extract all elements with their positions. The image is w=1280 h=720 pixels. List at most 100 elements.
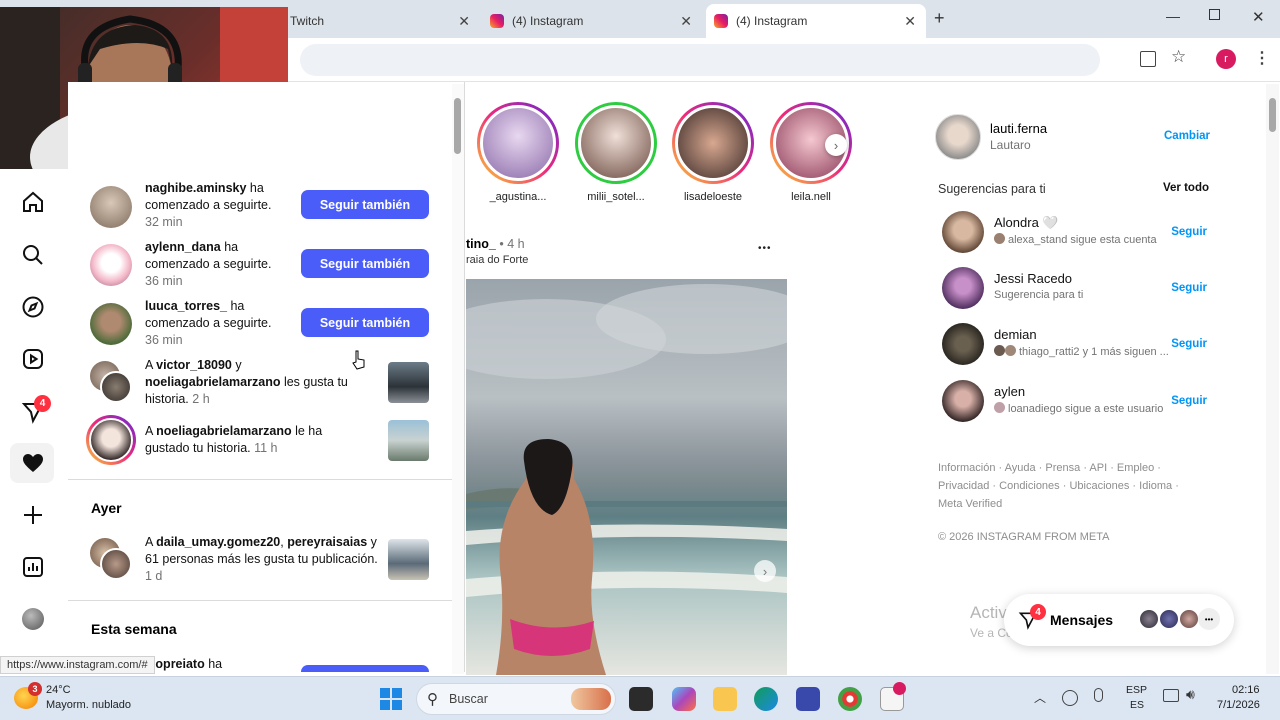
- see-all-link[interactable]: Ver todo: [1163, 182, 1209, 194]
- follow-button[interactable]: Seguir: [1171, 282, 1207, 294]
- story-thumbnail[interactable]: [388, 420, 429, 461]
- tab-instagram-active[interactable]: (4) Instagram ✕: [706, 4, 926, 38]
- suggestion-item[interactable]: aylen loanadiego sigue a este usuario Se…: [940, 380, 1210, 424]
- story-item[interactable]: milii_sotel...: [575, 102, 657, 203]
- task-view-icon[interactable]: [629, 687, 653, 711]
- weather-text[interactable]: Mayorm. nublado: [46, 699, 131, 711]
- display-icon[interactable]: [1163, 689, 1179, 702]
- footer-links[interactable]: Meta Verified: [938, 498, 1002, 510]
- window-close-icon[interactable]: ✕: [1252, 8, 1265, 26]
- my-username[interactable]: lauti.ferna: [990, 121, 1047, 136]
- username[interactable]: noeliagabrielamarzano: [145, 375, 280, 389]
- suggestion-name[interactable]: Jessi Racedo: [994, 271, 1072, 286]
- story-item[interactable]: _agustina...: [477, 102, 559, 203]
- avatar[interactable]: [942, 380, 984, 422]
- new-tab-button[interactable]: +: [934, 8, 945, 29]
- avatar[interactable]: [100, 371, 132, 403]
- list-item[interactable]: A victor_18090 y noeliagabrielamarzano l…: [68, 357, 452, 413]
- list-item[interactable]: naghibe.aminsky ha comenzado a seguirte.…: [68, 180, 452, 236]
- post-more-icon[interactable]: •••: [758, 243, 772, 254]
- username[interactable]: luuca_torres_: [145, 299, 227, 313]
- follow-back-button[interactable]: Seguir también: [301, 308, 429, 337]
- volume-icon[interactable]: 🔊︎: [1186, 686, 1195, 703]
- list-item[interactable]: luuca_torres_ ha comenzado a seguirte. 3…: [68, 298, 452, 354]
- list-item[interactable]: A noeliagabrielamarzano le ha gustado tu…: [68, 415, 452, 475]
- language-primary[interactable]: ESP: [1126, 684, 1147, 696]
- suggestion-name[interactable]: Alondra 🤍: [994, 215, 1059, 231]
- close-icon[interactable]: ✕: [458, 13, 470, 30]
- suggestion-item[interactable]: Alondra 🤍 alexa_stand sigue esta cuenta …: [940, 211, 1210, 255]
- home-icon[interactable]: [18, 187, 48, 217]
- direct-messages-icon[interactable]: 4: [18, 395, 51, 427]
- follow-button[interactable]: Seguir: [1171, 226, 1207, 238]
- carousel-next-chevron-icon[interactable]: ›: [754, 560, 776, 582]
- file-explorer-icon[interactable]: [713, 687, 737, 711]
- microphone-icon[interactable]: [1094, 688, 1103, 702]
- avatar[interactable]: [942, 323, 984, 365]
- network-icon[interactable]: [1062, 690, 1078, 706]
- avatar[interactable]: [100, 548, 132, 580]
- tab-twitch[interactable]: Twitch ✕: [290, 4, 480, 38]
- username[interactable]: pereyraisaias: [287, 535, 367, 549]
- username[interactable]: victor_18090: [156, 358, 232, 372]
- story-item[interactable]: lisadeloeste: [672, 102, 754, 203]
- avatar[interactable]: [942, 211, 984, 253]
- avatar[interactable]: [90, 303, 132, 345]
- weather-temp[interactable]: 24°C: [46, 684, 71, 696]
- edge-icon[interactable]: [754, 687, 778, 711]
- follow-back-button[interactable]: Seguir también: [301, 249, 429, 278]
- story-thumbnail[interactable]: [388, 362, 429, 403]
- username[interactable]: aylenn_dana: [145, 240, 221, 254]
- scrollbar-thumb[interactable]: [454, 98, 461, 154]
- clock-date[interactable]: 7/1/2026: [1217, 699, 1260, 711]
- copilot-icon[interactable]: [672, 687, 696, 711]
- post-thumbnail[interactable]: [388, 539, 429, 580]
- reels-icon[interactable]: [18, 344, 48, 374]
- avatar[interactable]: [942, 267, 984, 309]
- explore-icon[interactable]: [18, 292, 48, 322]
- close-icon[interactable]: ✕: [680, 13, 692, 30]
- scrollbar-thumb[interactable]: [1269, 98, 1276, 132]
- store-icon[interactable]: [796, 687, 820, 711]
- username[interactable]: daila_umay.gomez20: [156, 535, 280, 549]
- url-input[interactable]: [300, 44, 1100, 76]
- footer-links[interactable]: Información · Ayuda · Prensa · API · Emp…: [938, 462, 1161, 474]
- bookmark-star-icon[interactable]: ☆: [1171, 47, 1186, 67]
- tray-chevron-up-icon[interactable]: ︿: [1034, 689, 1046, 706]
- search-icon[interactable]: [18, 240, 48, 270]
- suggestion-name[interactable]: aylen: [994, 384, 1025, 399]
- messages-button[interactable]: 4 Mensajes •••: [1004, 594, 1234, 646]
- footer-links[interactable]: Privacidad · Condiciones · Ubicaciones ·…: [938, 480, 1179, 492]
- profile-avatar[interactable]: [22, 608, 44, 630]
- notifications-heart-icon[interactable]: [18, 448, 48, 478]
- avatar[interactable]: [90, 186, 132, 228]
- post-username[interactable]: tino_: [466, 237, 496, 251]
- panel-scrollbar[interactable]: [452, 84, 464, 674]
- list-item[interactable]: aylenn_dana ha comenzado a seguirte. 36 …: [68, 239, 452, 295]
- suggestion-item[interactable]: demian thiago_ratti2 y 1 más siguen ... …: [940, 323, 1210, 367]
- post-image[interactable]: ›: [466, 279, 787, 675]
- username[interactable]: naghibe.aminsky: [145, 181, 246, 195]
- suggestion-name[interactable]: demian: [994, 327, 1037, 342]
- chrome-icon[interactable]: [838, 687, 862, 711]
- avatar[interactable]: [90, 244, 132, 286]
- close-icon[interactable]: ✕: [904, 13, 916, 30]
- follow-back-button[interactable]: Seguir también: [301, 190, 429, 219]
- list-item[interactable]: A daila_umay.gomez20, pereyraisaias y 61…: [68, 534, 452, 590]
- avatar[interactable]: [86, 415, 136, 465]
- restore-icon[interactable]: [1209, 9, 1220, 20]
- language-secondary[interactable]: ES: [1130, 699, 1144, 711]
- create-plus-icon[interactable]: [18, 500, 48, 530]
- suggestion-item[interactable]: Jessi Racedo Sugerencia para ti Seguir: [940, 267, 1210, 311]
- clock-time[interactable]: 02:16: [1232, 684, 1260, 696]
- follow-button[interactable]: Seguir: [1171, 338, 1207, 350]
- page-scrollbar[interactable]: [1266, 84, 1279, 674]
- install-app-icon[interactable]: [1140, 51, 1156, 67]
- follow-back-button[interactable]: [301, 665, 429, 672]
- profile-avatar[interactable]: r: [1216, 49, 1236, 69]
- windows-start-icon[interactable]: [380, 688, 402, 710]
- stories-next-chevron-icon[interactable]: ›: [825, 134, 847, 156]
- minimize-icon[interactable]: —: [1166, 8, 1180, 24]
- dashboard-icon[interactable]: [18, 552, 48, 582]
- my-avatar[interactable]: [935, 114, 981, 160]
